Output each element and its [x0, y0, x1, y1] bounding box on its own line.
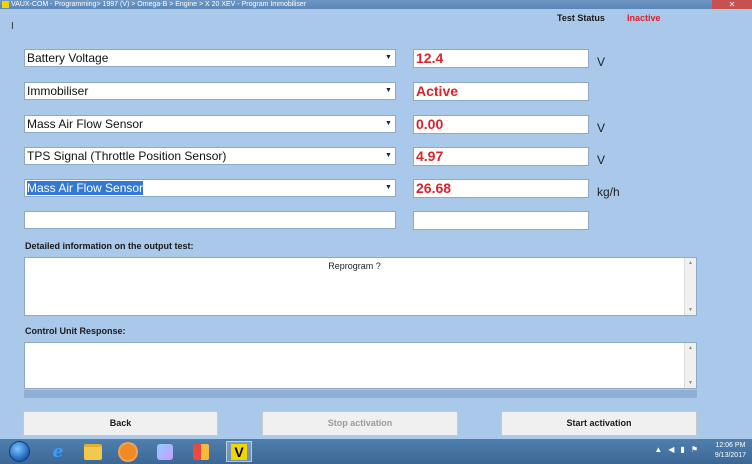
paint-icon — [157, 443, 173, 460]
close-button[interactable]: ✕ — [712, 0, 752, 9]
measurement-unit-4: V — [597, 153, 606, 167]
taskbar-file-explorer[interactable] — [80, 441, 106, 462]
taskbar-internet-explorer[interactable]: e — [45, 441, 71, 462]
horizontal-divider — [24, 390, 697, 398]
measurement-value-2: Active — [413, 82, 589, 101]
dropdown-arrow-icon[interactable]: ▼ — [383, 52, 394, 64]
measurement-select-3[interactable]: Mass Air Flow Sensor ▼ — [24, 115, 396, 133]
start-orb-icon — [8, 441, 30, 462]
network-icon[interactable]: ▮ — [680, 445, 684, 454]
measurement-unit-3: V — [597, 121, 606, 135]
scroll-up-icon[interactable]: ▲ — [685, 258, 696, 268]
measurement-value-3: 0.00 — [413, 115, 589, 134]
measurement-select-5[interactable]: Mass Air Flow Sensor ▼ — [24, 179, 396, 197]
internet-explorer-icon: e — [52, 441, 64, 462]
vaux-com-app-icon — [2, 1, 9, 8]
measurement-select-1[interactable]: Battery Voltage ▼ — [24, 49, 396, 67]
dropdown-arrow-icon[interactable]: ▼ — [383, 85, 394, 97]
test-status-value: Inactive — [627, 13, 661, 23]
start-activation-button[interactable]: Start activation — [501, 411, 697, 436]
measurement-select-2[interactable]: Immobiliser ▼ — [24, 82, 396, 100]
vaux-com-icon: V — [231, 443, 247, 460]
window-title: VAUX-COM - Programming> 1997 (V) > Omega… — [11, 1, 307, 8]
main-panel: I Test Status Inactive Battery Voltage ▼… — [0, 9, 752, 439]
measurement-select-label: Mass Air Flow Sensor — [27, 117, 144, 131]
start-button[interactable] — [6, 441, 32, 462]
measurement-select-label: Battery Voltage — [27, 51, 109, 65]
test-status-label: Test Status — [557, 13, 605, 23]
measurement-select-4[interactable]: TPS Signal (Throttle Position Sensor) ▼ — [24, 147, 396, 165]
taskbar-office[interactable] — [188, 441, 214, 462]
title-bar: VAUX-COM - Programming> 1997 (V) > Omega… — [0, 0, 752, 9]
taskbar: e V ▲ ◀ ▮ ⚑ 12:06 PM 9/13/2017 — [0, 439, 752, 464]
flag-icon[interactable]: ⚑ — [691, 445, 698, 454]
dropdown-arrow-icon[interactable]: ▼ — [383, 150, 394, 162]
measurement-unit-5: kg/h — [597, 185, 620, 199]
control-unit-response-textarea[interactable]: ▲ ▼ — [24, 342, 697, 389]
detail-info-scrollbar[interactable]: ▲ ▼ — [684, 258, 696, 315]
speaker-icon[interactable]: ◀ — [668, 445, 674, 454]
taskbar-vaux-com[interactable]: V — [226, 441, 252, 462]
measurement-select-label: Immobiliser — [27, 84, 89, 98]
office-icon — [193, 443, 209, 460]
taskbar-media-player[interactable] — [115, 441, 141, 462]
measurement-select-6[interactable] — [24, 211, 396, 229]
taskbar-paint[interactable] — [152, 441, 178, 462]
control-unit-response-label: Control Unit Response: — [25, 326, 126, 336]
text-cursor: I — [11, 21, 14, 32]
response-scrollbar[interactable]: ▲ ▼ — [684, 343, 696, 388]
measurement-value-5: 26.68 — [413, 179, 589, 198]
measurement-value-1: 12.4 — [413, 49, 589, 68]
system-clock[interactable]: 12:06 PM 9/13/2017 — [715, 441, 746, 461]
clock-time: 12:06 PM — [715, 442, 746, 449]
detail-info-label: Detailed information on the output test: — [25, 241, 194, 251]
measurement-select-label: TPS Signal (Throttle Position Sensor) — [27, 149, 227, 163]
clock-date: 9/13/2017 — [714, 452, 746, 459]
file-explorer-icon — [84, 443, 102, 460]
dropdown-arrow-icon[interactable]: ▼ — [383, 118, 394, 130]
measurement-unit-1: V — [597, 55, 606, 69]
scroll-down-icon[interactable]: ▼ — [685, 305, 696, 315]
detail-info-textarea[interactable]: Reprogram ? ▲ ▼ — [24, 257, 697, 316]
measurement-value-4: 4.97 — [413, 147, 589, 166]
measurement-value-6 — [413, 211, 589, 230]
scroll-down-icon[interactable]: ▼ — [685, 378, 696, 388]
dropdown-arrow-icon[interactable]: ▼ — [383, 182, 394, 194]
detail-info-text: Reprogram ? — [328, 261, 381, 271]
stop-activation-button[interactable]: Stop activation — [262, 411, 458, 436]
system-tray: ▲ ◀ ▮ ⚑ — [654, 445, 698, 454]
scroll-up-icon[interactable]: ▲ — [685, 343, 696, 353]
media-player-icon — [118, 441, 138, 462]
measurement-select-label: Mass Air Flow Sensor — [27, 181, 144, 195]
back-button[interactable]: Back — [23, 411, 218, 436]
show-hidden-icons-icon[interactable]: ▲ — [654, 445, 662, 454]
